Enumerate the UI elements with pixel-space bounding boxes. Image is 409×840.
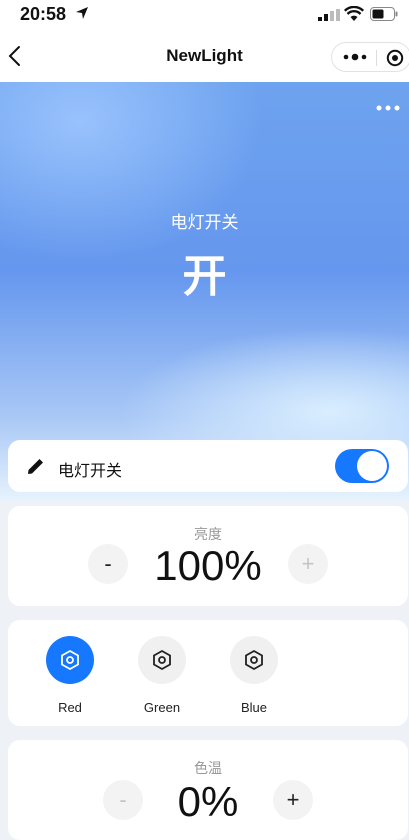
brightness-value: 100%: [154, 542, 262, 589]
battery-icon: [370, 7, 398, 21]
hexagon-nut-icon: [153, 649, 171, 671]
color-temperature-card: 色温 - 0% +: [8, 740, 408, 840]
mini-program-capsule: [331, 42, 409, 72]
color-option-red[interactable]: Red: [35, 636, 105, 715]
hero-label: 电灯开关: [170, 213, 239, 232]
status-time: 20:58: [20, 4, 67, 24]
color-option-blue[interactable]: Blue: [219, 636, 289, 715]
light-switch-card: 电灯开关: [8, 440, 408, 492]
location-arrow-icon: [76, 7, 88, 19]
capsule-divider: [376, 50, 377, 66]
more-horizontal-icon[interactable]: [376, 104, 400, 112]
hero-state: 开: [182, 252, 227, 301]
color-option-green[interactable]: Green: [127, 636, 197, 715]
color-temp-label: 色温: [194, 760, 222, 776]
brightness-plus-button[interactable]: +: [288, 544, 328, 584]
color-temp-value: 0%: [177, 778, 239, 825]
toggle-knob: [357, 451, 387, 481]
status-bar: 20:58: [0, 0, 409, 30]
wifi-icon: [344, 6, 364, 21]
switch-label: 电灯开关: [58, 463, 123, 480]
color-circle: [46, 636, 94, 684]
nav-bar: NewLight: [0, 30, 409, 83]
more-dots-icon[interactable]: [342, 50, 368, 64]
color-circle: [230, 636, 278, 684]
hexagon-nut-icon: [61, 649, 79, 671]
pencil-icon: [28, 459, 43, 474]
color-label: Blue: [240, 700, 268, 715]
color-picker-card: Red Green Blue: [8, 620, 408, 726]
color-circle: [138, 636, 186, 684]
hero-banner: 电灯开关 开: [0, 82, 409, 502]
light-toggle[interactable]: [335, 449, 389, 483]
cellular-signal-icon: [318, 9, 340, 21]
brightness-card: 亮度 - 100% +: [8, 506, 408, 606]
brightness-label: 亮度: [194, 526, 222, 542]
color-label: Green: [143, 700, 181, 715]
close-target-icon[interactable]: [386, 49, 404, 67]
hexagon-nut-icon: [245, 649, 263, 671]
color-temp-plus-button[interactable]: +: [273, 780, 313, 820]
color-label: Red: [58, 700, 82, 715]
